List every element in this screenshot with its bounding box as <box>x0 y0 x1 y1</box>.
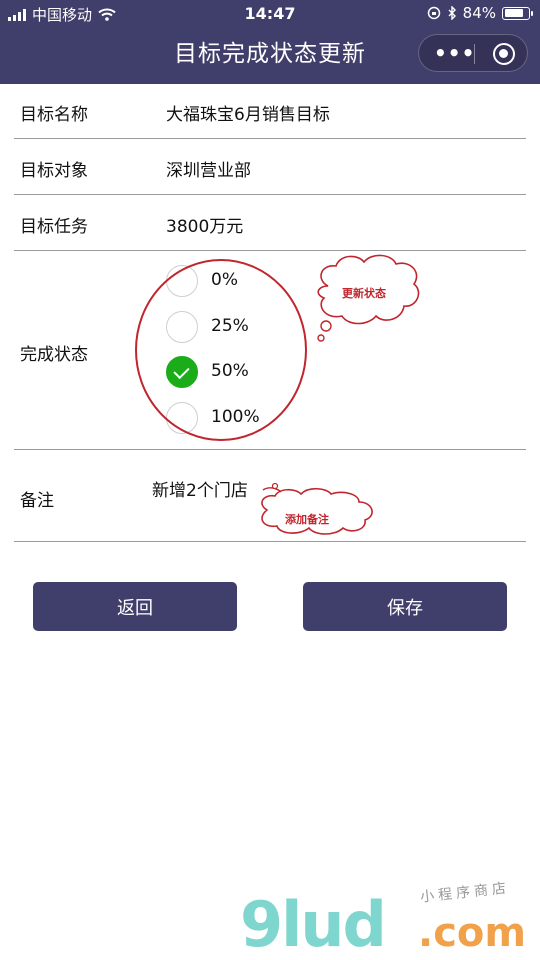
annotation-add-remark-text: 添加备注 <box>285 513 329 526</box>
radio-option-label: 100% <box>211 407 260 427</box>
mini-program-capsule: ••• <box>418 34 528 72</box>
radio-option-label: 25% <box>211 316 249 336</box>
battery-icon <box>502 6 533 20</box>
radio-circle[interactable] <box>166 402 198 434</box>
watermark-logo: 9lud <box>240 888 387 960</box>
status-bar: 中国移动 14:47 84% <box>0 0 540 28</box>
row-target-name: 目标名称 大福珠宝6月销售目标 <box>14 84 526 139</box>
target-task-value: 3800万元 <box>166 217 244 237</box>
radio-circle[interactable] <box>166 311 198 343</box>
more-dots-icon[interactable]: ••• <box>434 43 475 63</box>
completion-status-label: 完成状态 <box>20 345 88 365</box>
row-target-object: 目标对象 深圳营业部 <box>14 139 526 195</box>
radio-checked-icon[interactable] <box>166 356 198 388</box>
top-bar: 中国移动 14:47 84% 目标完成状态更新 ••• <box>0 0 540 84</box>
battery-fill <box>504 9 523 17</box>
watermark-domain: .com <box>418 910 527 956</box>
battery-percent: 84% <box>462 4 496 22</box>
remark-input[interactable]: 新增2个门店 <box>152 476 248 501</box>
target-task-label: 目标任务 <box>20 217 88 237</box>
target-name-value: 大福珠宝6月销售目标 <box>166 105 330 125</box>
bluetooth-icon <box>448 6 456 20</box>
capsule-divider <box>474 44 475 64</box>
row-remark: 备注 新增2个门店 <box>14 450 526 542</box>
row-target-task: 目标任务 3800万元 <box>14 195 526 251</box>
watermark-tagline: 小程序商店 <box>419 880 511 906</box>
radio-circle[interactable] <box>166 265 198 297</box>
target-object-label: 目标对象 <box>20 161 88 181</box>
annotation-update-status-text: 更新状态 <box>342 287 386 300</box>
target-object-value: 深圳营业部 <box>166 161 251 181</box>
target-close-icon[interactable] <box>493 43 515 65</box>
remark-label: 备注 <box>20 491 54 511</box>
row-completion-status: 完成状态 0% 25% 50% 100% <box>14 251 526 450</box>
rotation-lock-icon <box>427 6 440 20</box>
radio-option-label: 50% <box>211 361 249 381</box>
target-name-label: 目标名称 <box>20 105 88 125</box>
back-button[interactable]: 返回 <box>33 582 237 631</box>
save-button[interactable]: 保存 <box>303 582 507 631</box>
status-right: 84% <box>427 4 533 22</box>
radio-option-label: 0% <box>211 270 238 290</box>
